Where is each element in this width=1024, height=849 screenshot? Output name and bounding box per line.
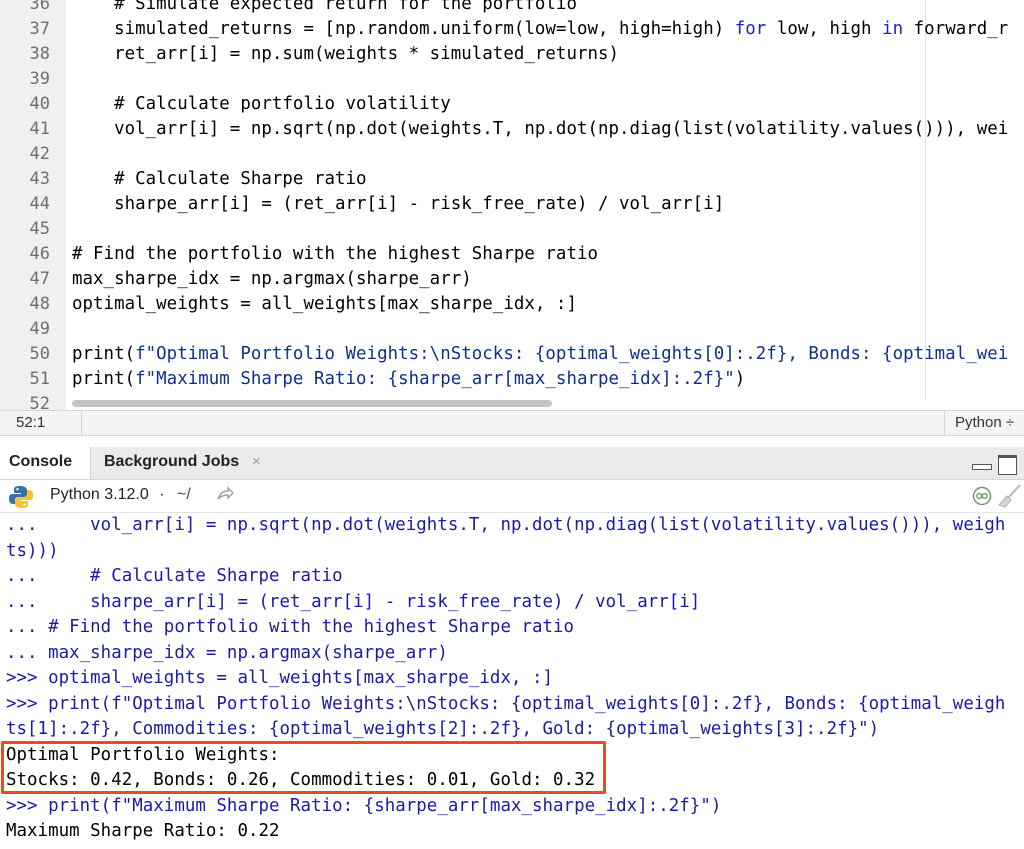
code-text: # Calculate portfolio volatility bbox=[72, 94, 451, 114]
editor-line[interactable]: 43 # Calculate Sharpe ratio bbox=[0, 167, 1024, 192]
console-input-line: ... max_sharpe_idx = np.argmax(sharpe_ar… bbox=[6, 642, 448, 663]
code-text: # Simulate expected return for the portf… bbox=[72, 0, 577, 14]
console-input-line: ... # Find the portfolio with the highes… bbox=[6, 617, 575, 637]
code-text: optimal_weights = all_weights[max_sharpe… bbox=[72, 294, 577, 314]
cursor-position[interactable]: 52:1 bbox=[16, 414, 45, 431]
console-input-line: ... vol_arr[i] = np.sqrt(np.dot(weights.… bbox=[6, 515, 1006, 535]
code-text: simulated_returns = [np.random.uniform(l… bbox=[72, 19, 1009, 39]
editor-line[interactable]: 46 # Find the portfolio with the highest … bbox=[0, 242, 1024, 267]
line-number: 41 bbox=[29, 119, 50, 139]
line-number: 52 bbox=[29, 394, 50, 410]
code-text: # Calculate Sharpe ratio bbox=[72, 169, 367, 189]
editor-line[interactable]: 44 sharpe_arr[i] = (ret_arr[i] - risk_fr… bbox=[0, 192, 1024, 217]
line-number: 51 bbox=[29, 369, 50, 389]
highlighted-output-box bbox=[1, 741, 606, 794]
language-selector[interactable]: Python ÷ bbox=[955, 414, 1014, 431]
line-number: 47 bbox=[29, 269, 50, 289]
code-text: ret_arr[i] = np.sum(weights * simulated_… bbox=[72, 44, 620, 64]
line-number: 36 bbox=[29, 0, 50, 14]
editor-line[interactable]: 36 # Simulate expected return for the po… bbox=[0, 0, 1024, 17]
editor-line[interactable]: 45 bbox=[0, 217, 1024, 242]
editor-line[interactable]: 38 ret_arr[i] = np.sum(weights * simulat… bbox=[0, 42, 1024, 67]
console-output-line: Maximum Sharpe Ratio: 0.22 bbox=[6, 821, 280, 841]
editor-line[interactable]: 49 bbox=[0, 317, 1024, 342]
status-divider bbox=[944, 411, 945, 435]
code-text: sharpe_arr[i] = (ret_arr[i] - risk_free_… bbox=[72, 194, 725, 214]
code-text: vol_arr[i] = np.sqrt(np.dot(weights.T, n… bbox=[72, 119, 1009, 139]
editor-line[interactable]: 42 bbox=[0, 142, 1024, 167]
python-version-text: Python 3.12.0 bbox=[50, 486, 149, 503]
tab-console[interactable]: Console bbox=[0, 447, 91, 479]
console-input-line: >>> print(f"Optimal Portfolio Weights:\n… bbox=[6, 693, 1006, 714]
code-editor[interactable]: 36 # Simulate expected return for the po… bbox=[0, 0, 1024, 410]
maximize-icon[interactable] bbox=[998, 455, 1018, 475]
editor-line[interactable]: 37 simulated_returns = [np.random.unifor… bbox=[0, 17, 1024, 42]
status-divider bbox=[81, 411, 82, 435]
editor-line[interactable]: 40 # Calculate portfolio volatility bbox=[0, 92, 1024, 117]
console-input-line: >>> optimal_weights = all_weights[max_sh… bbox=[6, 668, 554, 688]
editor-line[interactable]: 41 vol_arr[i] = np.sqrt(np.dot(weights.T… bbox=[0, 117, 1024, 142]
python-logo-icon bbox=[8, 485, 34, 514]
console-input-line: ... sharpe_arr[i] = (ret_arr[i] - risk_f… bbox=[6, 591, 701, 612]
console-input-line: ts[1]:.2f}, Commodities: {optimal_weight… bbox=[6, 719, 880, 739]
console-header: Python 3.12.0 · ~/ bbox=[0, 479, 1024, 513]
line-number: 50 bbox=[29, 344, 50, 364]
line-number: 43 bbox=[29, 169, 50, 189]
line-number: 44 bbox=[29, 194, 50, 214]
tab-console-label: Console bbox=[9, 453, 73, 470]
editor-line[interactable]: 48 optimal_weights = all_weights[max_shar… bbox=[0, 292, 1024, 317]
close-tab-icon[interactable]: × bbox=[252, 453, 261, 470]
code-text: print(f"Optimal Portfolio Weights:\nStoc… bbox=[72, 344, 1009, 364]
console-input-line: >>> print(f"Maximum Sharpe Ratio: {sharp… bbox=[6, 795, 722, 816]
code-text: # Find the portfolio with the highest Sh… bbox=[72, 244, 599, 264]
editor-status-bar: 52:1 Python ÷ bbox=[0, 410, 1024, 436]
line-number: 49 bbox=[29, 319, 50, 339]
minimize-icon[interactable] bbox=[972, 459, 992, 471]
editor-line[interactable]: 50 print(f"Optimal Portfolio Weights:\nSt… bbox=[0, 342, 1024, 367]
header-separator: · bbox=[159, 486, 165, 503]
python-version-label: Python 3.12.0 · bbox=[50, 486, 165, 504]
console-output[interactable]: ... vol_arr[i] = np.sqrt(np.dot(weights.… bbox=[0, 512, 1024, 849]
clear-console-icon[interactable] bbox=[972, 486, 992, 511]
console-input-line: ... # Calculate Sharpe ratio bbox=[6, 566, 343, 586]
console-tab-bar: Console Background Jobs × bbox=[0, 447, 1024, 479]
line-number: 39 bbox=[29, 69, 50, 89]
line-number: 46 bbox=[29, 244, 50, 264]
line-number: 40 bbox=[29, 94, 50, 114]
line-number: 38 bbox=[29, 44, 50, 64]
horizontal-scrollbar-thumb[interactable] bbox=[72, 400, 552, 407]
line-number: 42 bbox=[29, 144, 50, 164]
line-number: 48 bbox=[29, 294, 50, 314]
broom-icon[interactable] bbox=[996, 484, 1022, 513]
console-input-line: ts))) bbox=[6, 540, 59, 561]
share-arrow-icon[interactable] bbox=[216, 485, 234, 508]
editor-line[interactable]: 47 max_sharpe_idx = np.argmax(sharpe_arr) bbox=[0, 267, 1024, 292]
code-text: print(f"Maximum Sharpe Ratio: {sharpe_ar… bbox=[72, 369, 746, 389]
code-text: max_sharpe_idx = np.argmax(sharpe_arr) bbox=[72, 269, 472, 289]
line-number: 37 bbox=[29, 19, 50, 39]
tab-background-jobs-label: Background Jobs bbox=[104, 453, 240, 470]
working-directory-path[interactable]: ~/ bbox=[177, 486, 191, 504]
editor-line[interactable]: 39 bbox=[0, 67, 1024, 92]
editor-line[interactable]: 51 print(f"Maximum Sharpe Ratio: {sharpe_… bbox=[0, 367, 1024, 392]
line-number: 45 bbox=[29, 219, 50, 239]
